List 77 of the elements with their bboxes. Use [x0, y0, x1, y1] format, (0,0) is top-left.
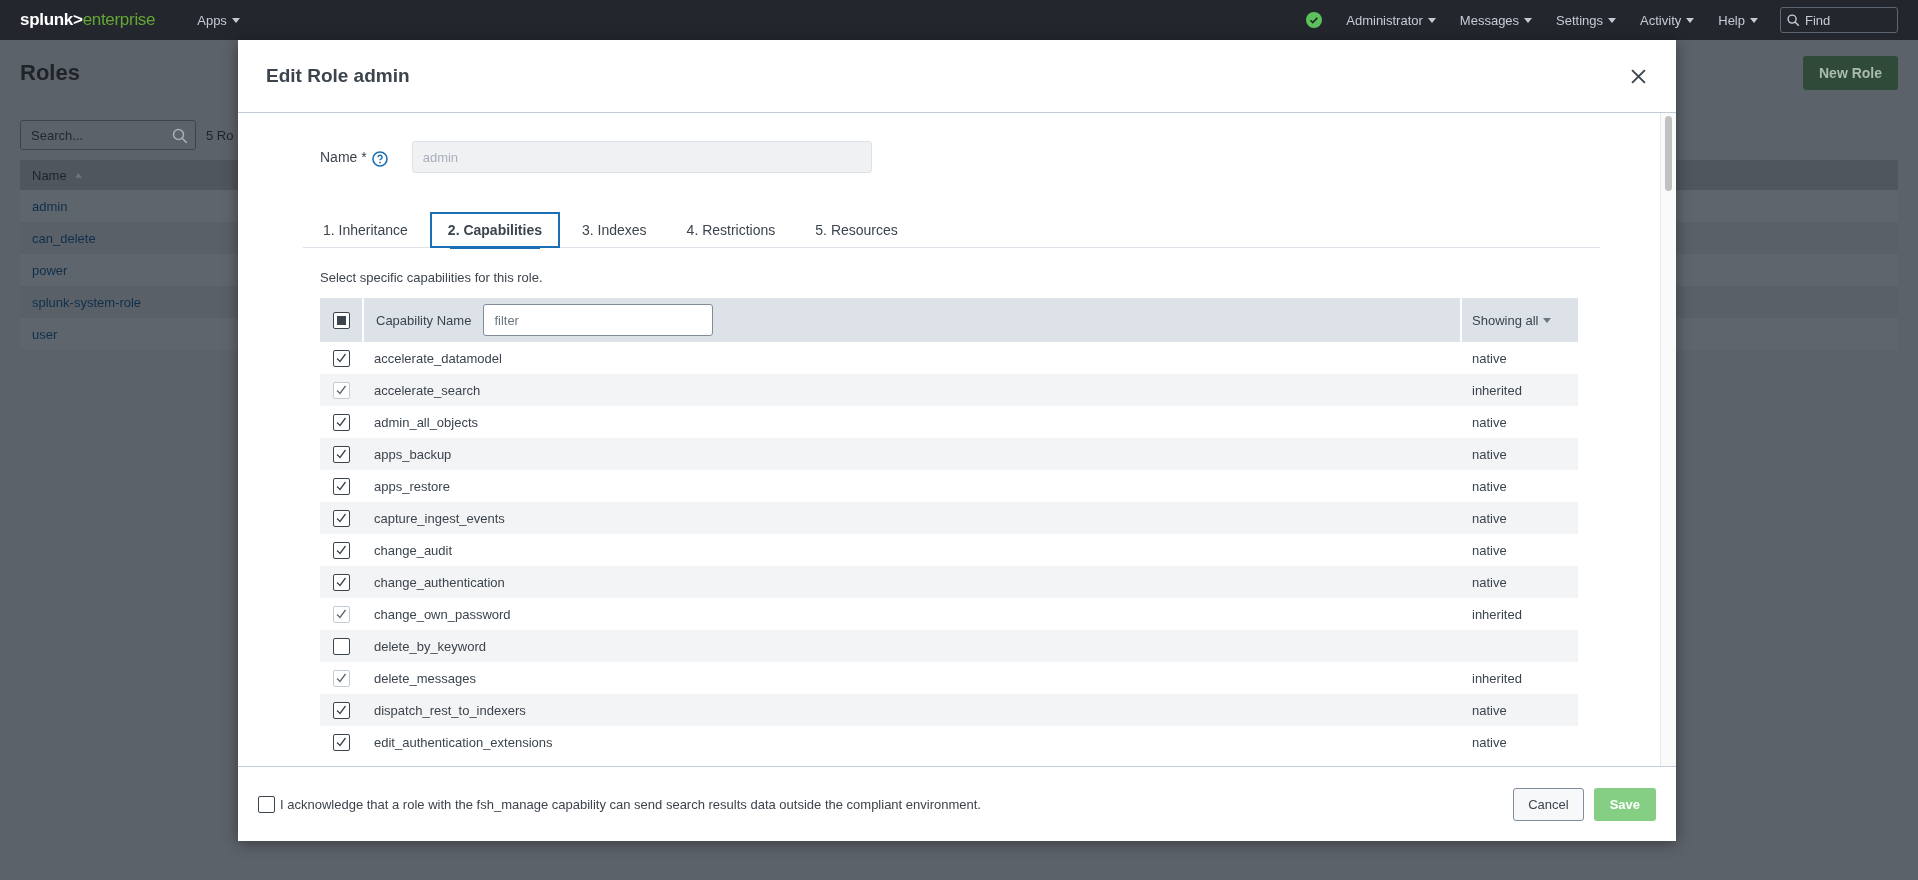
capability-name: apps_restore: [374, 478, 450, 494]
capability-checkbox[interactable]: [332, 509, 350, 527]
capability-checkbox[interactable]: [332, 445, 350, 463]
top-menu[interactable]: Administrator: [1336, 8, 1446, 32]
capability-name: edit_authentication_extensions: [374, 734, 553, 750]
capability-source: native: [1472, 350, 1507, 366]
capability-name: admin_all_objects: [374, 414, 479, 430]
logo-brand: splunk>: [20, 10, 83, 29]
filter-field[interactable]: filter: [483, 304, 714, 336]
search-icon: [172, 128, 188, 144]
capability-source: inherited: [1472, 670, 1522, 686]
find-field[interactable]: Find: [1780, 7, 1898, 33]
acknowledge-checkbox[interactable]: [258, 795, 275, 813]
capability-checkbox[interactable]: [332, 349, 350, 367]
capability-source: native: [1472, 542, 1507, 558]
capability-source: native: [1472, 478, 1507, 494]
showing-dropdown[interactable]: Showing all: [1472, 312, 1551, 328]
column-header: Capability Name: [376, 312, 472, 328]
capability-name: delete_messages: [374, 670, 476, 686]
capability-source: native: [1472, 574, 1507, 590]
caret-icon: [1750, 17, 1758, 23]
capability-name: accelerate_search: [374, 382, 481, 398]
capability-name: change_audit: [374, 542, 453, 558]
apps-menu[interactable]: Apps: [187, 8, 250, 32]
capability-source: native: [1472, 414, 1507, 430]
tab[interactable]: 5. Resources: [797, 212, 916, 248]
search-icon: [1787, 14, 1800, 27]
capability-checkbox[interactable]: [332, 573, 350, 591]
caret-icon: [1608, 17, 1617, 23]
tab[interactable]: 2. Capabilities: [429, 212, 560, 248]
logo[interactable]: splunk>enterprise: [20, 10, 156, 30]
top-menu[interactable]: Settings: [1546, 8, 1627, 32]
scrollbar[interactable]: [1660, 113, 1676, 766]
capability-checkbox[interactable]: [332, 477, 350, 495]
description: Select specific capabilities for this role.: [320, 270, 544, 285]
capability-source: native: [1472, 734, 1507, 750]
capability-checkbox[interactable]: [332, 733, 350, 751]
top-menu[interactable]: Activity: [1630, 8, 1705, 32]
role-count: 5 Ro: [206, 127, 234, 143]
capability-name: capture_ingest_events: [374, 510, 505, 526]
capability-name: delete_by_keyword: [374, 638, 487, 654]
caret-icon: [1686, 17, 1695, 23]
capability-checkbox[interactable]: [332, 541, 350, 559]
capability-source: native: [1472, 510, 1507, 526]
tab[interactable]: 4. Restrictions: [668, 212, 794, 248]
acknowledge-text: I acknowledge that a role with the fsh_manage capability can send search results data outside the compliant environment.: [280, 796, 981, 812]
capability-source: inherited: [1472, 382, 1522, 398]
search-field[interactable]: Search...: [20, 120, 196, 150]
capability-name: dispatch_rest_to_indexers: [374, 702, 526, 718]
capability-checkbox[interactable]: [332, 413, 350, 431]
tab[interactable]: 1. Inheritance: [305, 212, 426, 248]
capability-checkbox[interactable]: [332, 701, 350, 719]
page-title: Roles: [20, 60, 80, 86]
capability-name: change_own_password: [374, 606, 511, 622]
sort-icon: [74, 172, 82, 178]
logo-product: enterprise: [82, 10, 156, 29]
capability-source: native: [1472, 446, 1507, 462]
caret-icon: [231, 17, 240, 23]
caret-icon: [1427, 17, 1436, 23]
new-role-button[interactable]: New Role: [1803, 56, 1898, 90]
cancel-button[interactable]: Cancel: [1513, 787, 1584, 821]
tab[interactable]: 3. Indexes: [564, 212, 665, 248]
capability-name: accelerate_datamodel: [374, 350, 502, 366]
help-icon[interactable]: [371, 151, 388, 167]
dialog-title: Edit Role admin: [266, 65, 410, 87]
top-menu[interactable]: Messages: [1449, 8, 1543, 32]
capability-name: apps_backup: [374, 446, 452, 462]
capability-source: inherited: [1472, 606, 1522, 622]
top-menu[interactable]: Help: [1708, 8, 1768, 32]
name-label: Name *: [320, 149, 367, 165]
capability-checkbox[interactable]: [332, 637, 350, 655]
close-icon[interactable]: [1631, 68, 1646, 84]
select-all-checkbox[interactable]: [332, 311, 350, 329]
status-check-icon[interactable]: [1306, 12, 1323, 28]
caret-icon: [1524, 17, 1533, 23]
capability-source: native: [1472, 702, 1507, 718]
capability-name: change_authentication: [374, 574, 505, 590]
